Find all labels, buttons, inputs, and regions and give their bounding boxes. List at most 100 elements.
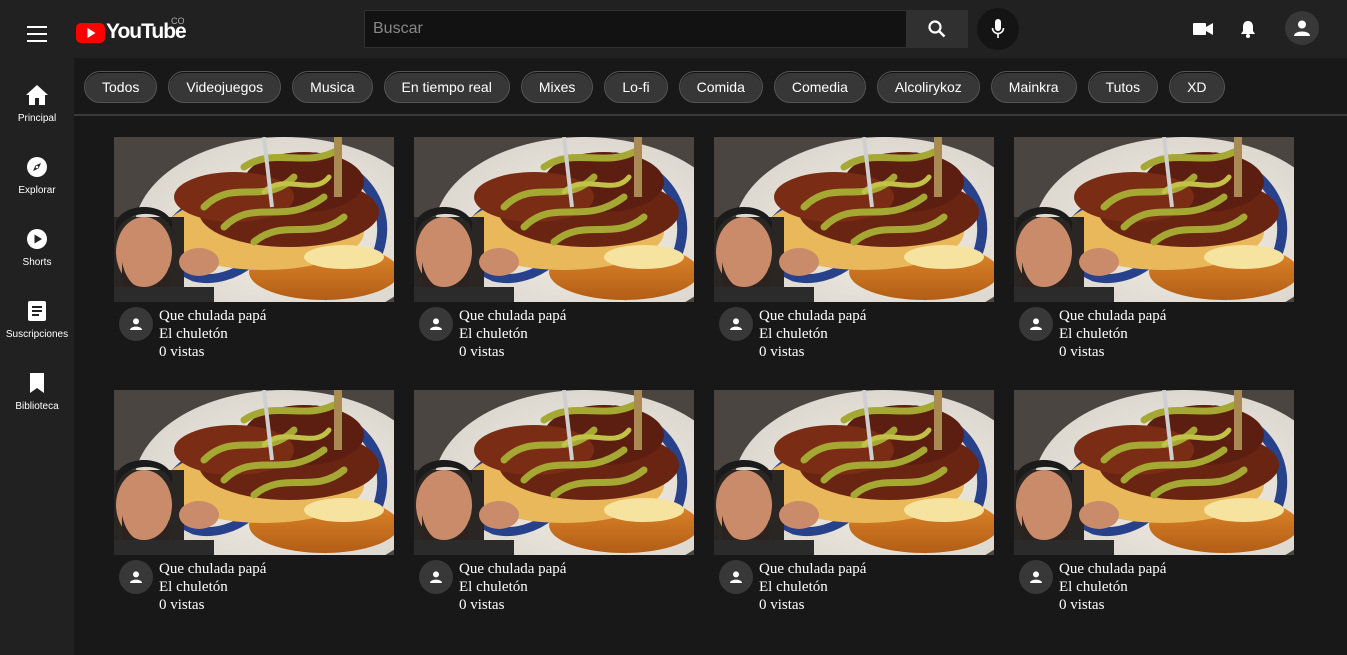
video-meta: Que chulada papá El chuletón 0 vistas bbox=[1059, 307, 1166, 361]
channel-avatar[interactable] bbox=[419, 560, 453, 594]
video-title[interactable]: Que chulada papá bbox=[459, 307, 566, 325]
channel-avatar[interactable] bbox=[119, 560, 153, 594]
channel-avatar[interactable] bbox=[719, 560, 753, 594]
video-thumbnail[interactable] bbox=[1014, 390, 1294, 555]
video-thumbnail[interactable] bbox=[1014, 137, 1294, 302]
video-thumbnail[interactable] bbox=[414, 137, 694, 302]
channel-name[interactable]: El chuletón bbox=[1059, 578, 1166, 596]
user-icon bbox=[1294, 20, 1310, 36]
user-icon bbox=[130, 318, 142, 330]
video-meta: Que chulada papá El chuletón 0 vistas bbox=[159, 560, 266, 614]
channel-name[interactable]: El chuletón bbox=[459, 325, 566, 343]
home-icon bbox=[26, 85, 48, 105]
video-title[interactable]: Que chulada papá bbox=[1059, 560, 1166, 578]
user-icon bbox=[430, 318, 442, 330]
sidebar-item-suscripciones[interactable]: Suscripciones bbox=[0, 300, 74, 360]
channel-name[interactable]: El chuletón bbox=[759, 325, 866, 343]
search-icon bbox=[928, 20, 946, 38]
bell-icon bbox=[1241, 21, 1255, 38]
video-title[interactable]: Que chulada papá bbox=[759, 307, 866, 325]
compass-icon bbox=[27, 157, 47, 177]
video-thumbnail[interactable] bbox=[414, 390, 694, 555]
view-count: 0 vistas bbox=[459, 597, 505, 613]
video-meta: Que chulada papá El chuletón 0 vistas bbox=[159, 307, 266, 361]
video-meta: Que chulada papá El chuletón 0 vistas bbox=[759, 560, 866, 614]
sidebar-item-label: Shorts bbox=[22, 257, 52, 268]
video-title[interactable]: Que chulada papá bbox=[759, 560, 866, 578]
view-count: 0 vistas bbox=[1059, 597, 1105, 613]
video-thumbnail[interactable] bbox=[714, 137, 994, 302]
video-title[interactable]: Que chulada papá bbox=[159, 560, 266, 578]
search-input[interactable] bbox=[364, 10, 907, 48]
notifications-button[interactable] bbox=[1240, 20, 1256, 43]
channel-avatar[interactable] bbox=[719, 307, 753, 341]
channel-avatar[interactable] bbox=[1019, 560, 1053, 594]
sidebar-item-label: Biblioteca bbox=[15, 401, 59, 412]
video-card[interactable]: Que chulada papá El chuletón 0 vistas bbox=[414, 137, 694, 367]
video-meta: Que chulada papá El chuletón 0 vistas bbox=[459, 307, 566, 361]
video-thumbnail[interactable] bbox=[114, 390, 394, 555]
chip-todos[interactable]: Todos bbox=[84, 71, 158, 103]
chip-musica[interactable]: Musica bbox=[292, 71, 373, 103]
chip-videojuegos[interactable]: Videojuegos bbox=[168, 71, 282, 103]
search-button[interactable] bbox=[907, 10, 968, 48]
channel-name[interactable]: El chuletón bbox=[159, 578, 266, 596]
video-card[interactable]: Que chulada papá El chuletón 0 vistas bbox=[114, 137, 394, 367]
view-count: 0 vistas bbox=[159, 597, 205, 613]
menu-icon[interactable] bbox=[27, 26, 47, 42]
chip-lo-fi[interactable]: Lo-fi bbox=[604, 71, 668, 103]
sidebar-item-label: Principal bbox=[17, 113, 57, 124]
user-icon bbox=[130, 571, 142, 583]
chip-xd[interactable]: XD bbox=[1169, 71, 1225, 103]
channel-name[interactable]: El chuletón bbox=[759, 578, 866, 596]
microphone-icon bbox=[991, 19, 1005, 38]
chip-comedia[interactable]: Comedia bbox=[773, 71, 866, 103]
sidebar-item-label: Explorar bbox=[18, 185, 56, 196]
channel-name[interactable]: El chuletón bbox=[1059, 325, 1166, 343]
video-meta: Que chulada papá El chuletón 0 vistas bbox=[1059, 560, 1166, 614]
library-icon bbox=[30, 373, 44, 393]
account-avatar-button[interactable] bbox=[1285, 11, 1319, 45]
sidebar-item-shorts[interactable]: Shorts bbox=[0, 228, 74, 288]
channel-avatar[interactable] bbox=[119, 307, 153, 341]
user-icon bbox=[1030, 318, 1042, 330]
subscriptions-icon bbox=[28, 301, 46, 321]
view-count: 0 vistas bbox=[1059, 344, 1105, 360]
chip-en-tiempo-real[interactable]: En tiempo real bbox=[383, 71, 510, 103]
channel-avatar[interactable] bbox=[1019, 307, 1053, 341]
voice-search-button[interactable] bbox=[977, 8, 1019, 50]
video-card[interactable]: Que chulada papá El chuletón 0 vistas bbox=[714, 137, 994, 367]
view-count: 0 vistas bbox=[159, 344, 205, 360]
video-title[interactable]: Que chulada papá bbox=[459, 560, 566, 578]
chip-mainkra[interactable]: Mainkra bbox=[990, 71, 1077, 103]
chip-mixes[interactable]: Mixes bbox=[520, 71, 594, 103]
video-card[interactable]: Que chulada papá El chuletón 0 vistas bbox=[414, 390, 694, 620]
video-card[interactable]: Que chulada papá El chuletón 0 vistas bbox=[714, 390, 994, 620]
video-card[interactable]: Que chulada papá El chuletón 0 vistas bbox=[114, 390, 394, 620]
view-count: 0 vistas bbox=[759, 597, 805, 613]
video-meta: Que chulada papá El chuletón 0 vistas bbox=[459, 560, 566, 614]
sidebar-item-biblioteca[interactable]: Biblioteca bbox=[0, 372, 74, 432]
top-header: YouTube CO bbox=[74, 0, 1347, 58]
play-logo-icon bbox=[76, 23, 105, 43]
video-title[interactable]: Que chulada papá bbox=[1059, 307, 1166, 325]
sidebar-item-explorar[interactable]: Explorar bbox=[0, 156, 74, 216]
video-card[interactable]: Que chulada papá El chuletón 0 vistas bbox=[1014, 390, 1294, 620]
video-camera-icon bbox=[1193, 23, 1213, 35]
chip-comida[interactable]: Comida bbox=[678, 71, 763, 103]
create-video-button[interactable] bbox=[1193, 22, 1213, 41]
chip-alcolirykoz[interactable]: Alcolirykoz bbox=[876, 71, 980, 103]
video-thumbnail[interactable] bbox=[114, 137, 394, 302]
user-icon bbox=[730, 318, 742, 330]
view-count: 0 vistas bbox=[459, 344, 505, 360]
channel-name[interactable]: El chuletón bbox=[159, 325, 266, 343]
channel-avatar[interactable] bbox=[419, 307, 453, 341]
shorts-icon bbox=[27, 229, 47, 249]
sidebar-item-principal[interactable]: Principal bbox=[0, 84, 74, 144]
channel-name[interactable]: El chuletón bbox=[459, 578, 566, 596]
video-thumbnail[interactable] bbox=[714, 390, 994, 555]
video-title[interactable]: Que chulada papá bbox=[159, 307, 266, 325]
sidebar: Principal Explorar Shorts Suscripciones … bbox=[0, 0, 74, 655]
chip-tutos[interactable]: Tutos bbox=[1087, 71, 1159, 103]
video-card[interactable]: Que chulada papá El chuletón 0 vistas bbox=[1014, 137, 1294, 367]
